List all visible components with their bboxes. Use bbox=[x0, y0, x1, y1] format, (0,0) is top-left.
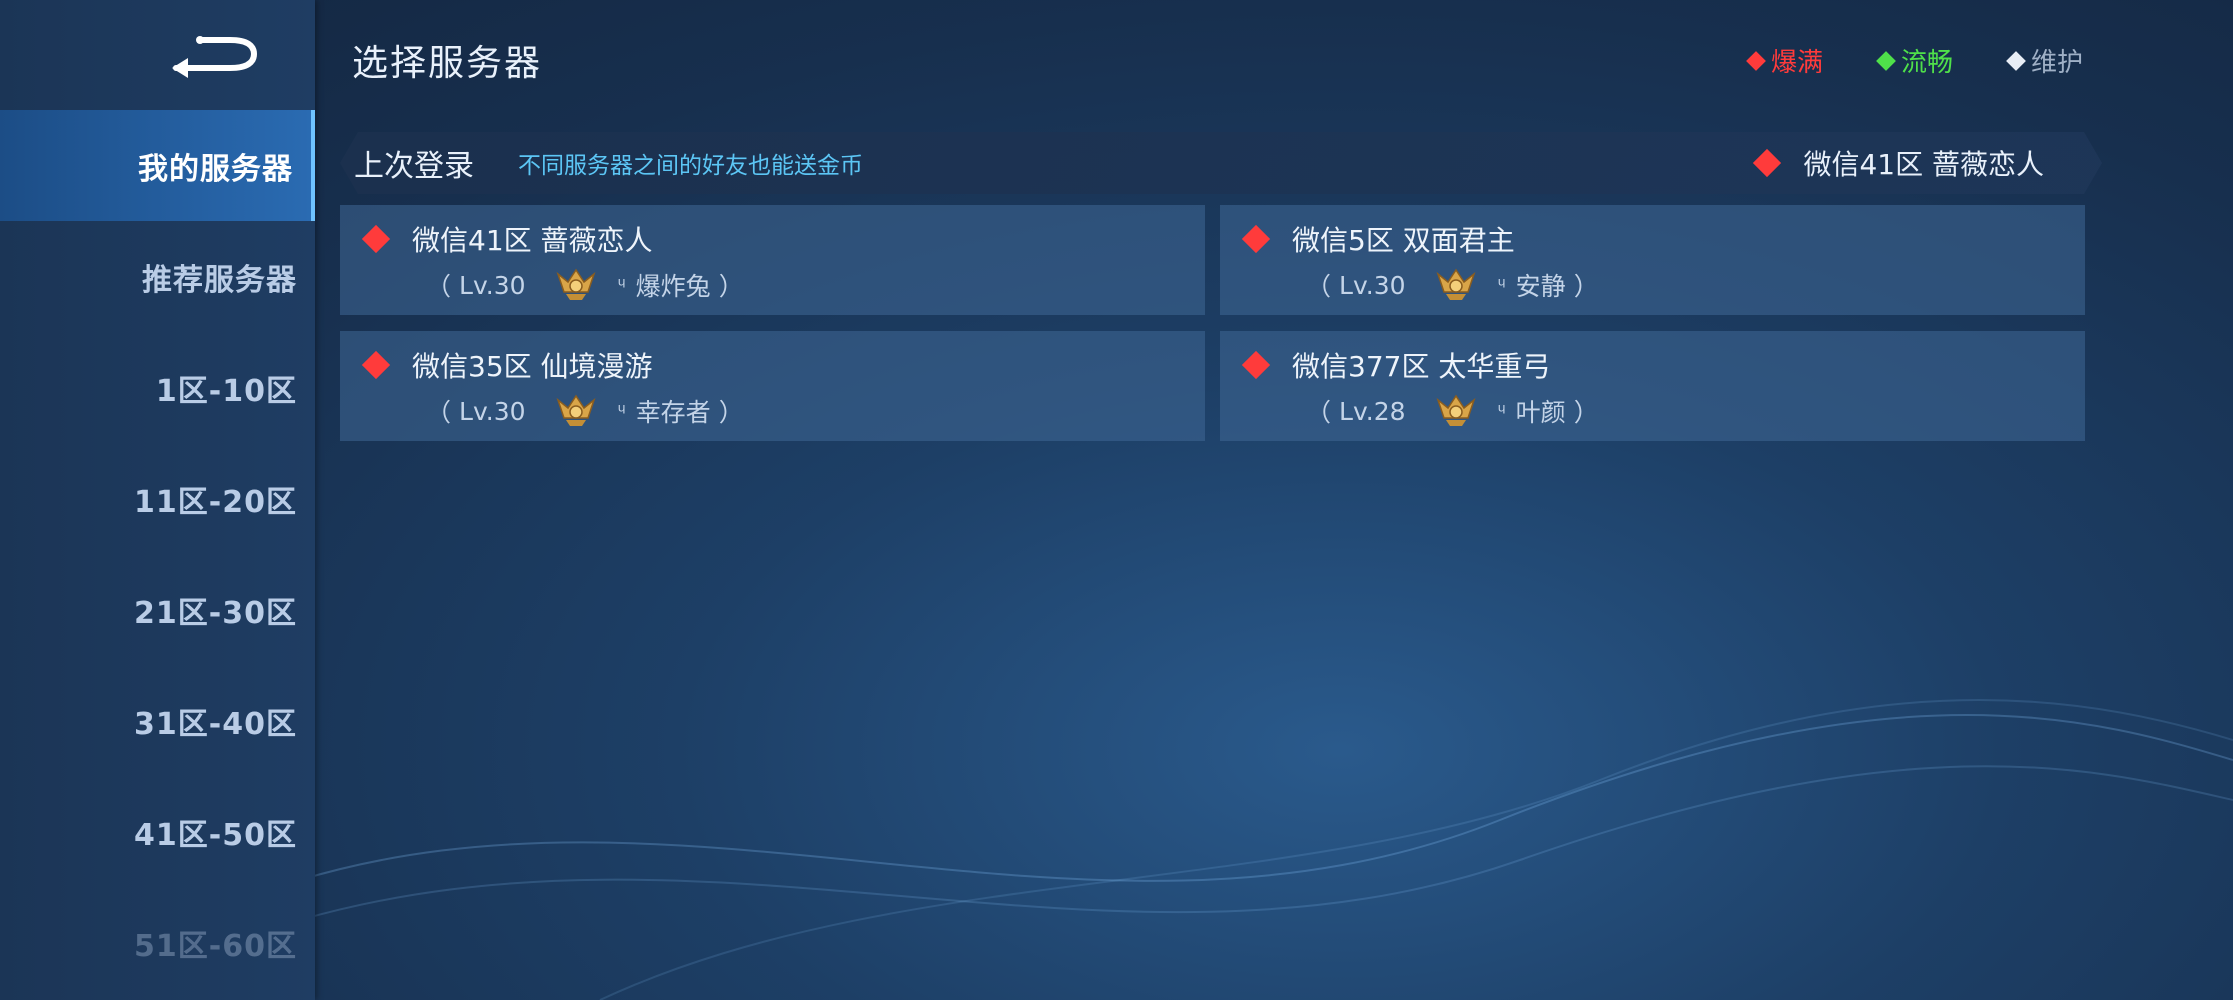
server-name: 微信377区 太华重弓 bbox=[1292, 350, 1551, 383]
gold-rank-icon bbox=[556, 268, 596, 300]
back-button[interactable] bbox=[168, 28, 264, 80]
gender-mark: ᶣ bbox=[617, 399, 626, 423]
legend-item-full: 爆满 bbox=[1746, 42, 1823, 79]
paren-close: ） bbox=[1573, 398, 1599, 427]
sidebar: 我的服务器 推荐服务器 1区-10区 11区-20区 21区-30区 31区-4… bbox=[0, 0, 315, 1000]
page-title: 选择服务器 bbox=[352, 43, 543, 84]
paren-close: ） bbox=[718, 398, 744, 427]
server-name: 微信41区 蔷薇恋人 bbox=[412, 224, 653, 257]
server-card[interactable]: 微信41区 蔷薇恋人 （ Lv.30 ᶣ 爆炸兔 ） bbox=[340, 205, 1205, 315]
red-diamond-icon bbox=[1241, 224, 1271, 254]
player-level: Lv.30 bbox=[459, 396, 526, 426]
server-grid: 微信41区 蔷薇恋人 （ Lv.30 ᶣ 爆炸兔 ） 微信5区 双面君主 （ L… bbox=[340, 205, 2085, 441]
paren-close: ） bbox=[718, 272, 744, 301]
sidebar-list: 我的服务器 推荐服务器 1区-10区 11区-20区 21区-30区 31区-4… bbox=[0, 110, 315, 998]
player-name: 安静 bbox=[1515, 272, 1566, 301]
server-card[interactable]: 微信377区 太华重弓 （ Lv.28 ᶣ 叶颜 ） bbox=[1220, 331, 2085, 441]
paren-open: （ bbox=[1306, 398, 1332, 427]
paren-open: （ bbox=[426, 398, 452, 427]
white-diamond-icon bbox=[2006, 50, 2026, 71]
last-login-server[interactable]: 微信41区 蔷薇恋人 bbox=[1757, 143, 2044, 183]
server-name: 微信5区 双面君主 bbox=[1292, 224, 1515, 257]
red-diamond-icon bbox=[361, 224, 391, 254]
red-diamond-icon bbox=[1241, 350, 1271, 380]
sidebar-item-zone-11-20[interactable]: 11区-20区 bbox=[0, 443, 315, 554]
player-name: 叶颜 bbox=[1515, 398, 1566, 427]
legend-label-smooth: 流畅 bbox=[1900, 48, 1953, 78]
legend-item-maintenance: 维护 bbox=[2006, 42, 2083, 79]
player-name: 爆炸兔 bbox=[635, 272, 711, 301]
gold-rank-icon bbox=[1436, 268, 1476, 300]
sidebar-item-zone-51-60[interactable]: 51区-60区 bbox=[0, 887, 315, 998]
player-name: 幸存者 bbox=[635, 398, 711, 427]
paren-open: （ bbox=[426, 272, 452, 301]
sidebar-item-zone-21-30[interactable]: 21区-30区 bbox=[0, 554, 315, 665]
sidebar-item-my-servers[interactable]: 我的服务器 bbox=[0, 110, 315, 221]
sidebar-item-zone-31-40[interactable]: 31区-40区 bbox=[0, 665, 315, 776]
paren-close: ） bbox=[1573, 272, 1599, 301]
server-card[interactable]: 微信5区 双面君主 （ Lv.30 ᶣ 安静 ） bbox=[1220, 205, 2085, 315]
last-login-label: 上次登录 bbox=[354, 149, 474, 184]
sidebar-item-zone-41-50[interactable]: 41区-50区 bbox=[0, 776, 315, 887]
player-level: Lv.30 bbox=[1339, 270, 1406, 300]
paren-open: （ bbox=[1306, 272, 1332, 301]
back-arrow-icon bbox=[172, 36, 258, 78]
player-level: Lv.28 bbox=[1339, 396, 1406, 426]
status-legend: 爆满 流畅 维护 bbox=[1746, 42, 2083, 79]
legend-label-full: 爆满 bbox=[1770, 48, 1823, 78]
sidebar-item-recommended-servers[interactable]: 推荐服务器 bbox=[0, 221, 315, 332]
last-login-tip: 不同服务器之间的好友也能送金币 bbox=[518, 153, 863, 179]
green-diamond-icon bbox=[1876, 50, 1896, 71]
red-diamond-icon bbox=[1753, 149, 1781, 177]
gender-mark: ᶣ bbox=[617, 273, 626, 297]
server-card[interactable]: 微信35区 仙境漫游 （ Lv.30 ᶣ 幸存者 ） bbox=[340, 331, 1205, 441]
red-diamond-icon bbox=[1746, 50, 1766, 71]
gender-mark: ᶣ bbox=[1497, 273, 1506, 297]
legend-item-smooth: 流畅 bbox=[1876, 42, 1953, 79]
player-level: Lv.30 bbox=[459, 270, 526, 300]
sidebar-item-zone-1-10[interactable]: 1区-10区 bbox=[0, 332, 315, 443]
red-diamond-icon bbox=[361, 350, 391, 380]
legend-label-maintenance: 维护 bbox=[2030, 48, 2083, 78]
last-login-server-name: 微信41区 蔷薇恋人 bbox=[1803, 148, 2044, 181]
gold-rank-icon bbox=[556, 394, 596, 426]
gold-rank-icon bbox=[1436, 394, 1476, 426]
last-login-bar[interactable]: 上次登录 不同服务器之间的好友也能送金币 微信41区 蔷薇恋人 bbox=[340, 132, 2102, 194]
server-name: 微信35区 仙境漫游 bbox=[412, 350, 653, 383]
gender-mark: ᶣ bbox=[1497, 399, 1506, 423]
